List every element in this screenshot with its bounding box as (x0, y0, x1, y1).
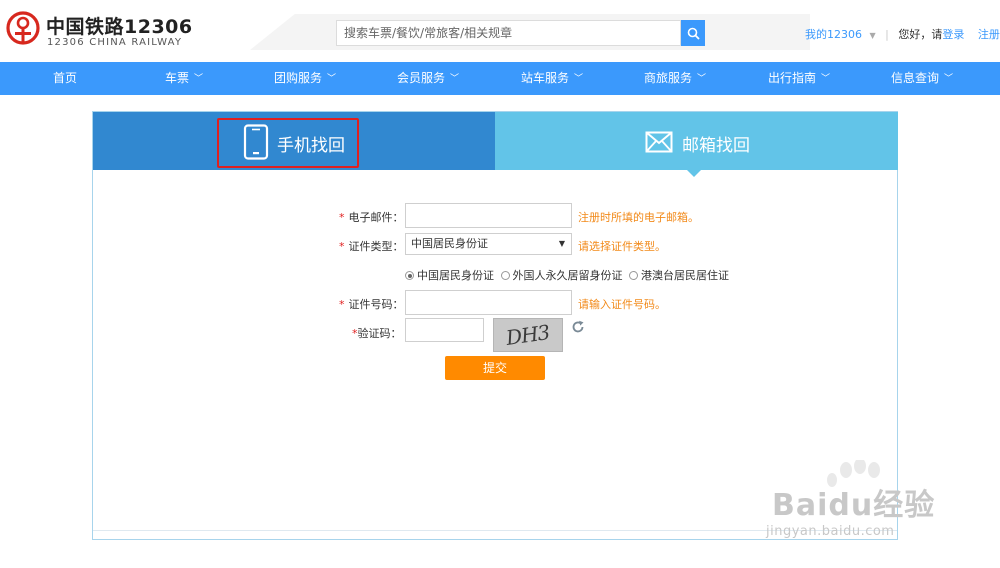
radio-button[interactable] (629, 271, 638, 280)
login-link[interactable]: 登录 (942, 28, 964, 41)
nav-item-home[interactable]: 首页 (53, 62, 77, 95)
tab-phone-recovery[interactable]: 手机找回 (93, 112, 495, 170)
chevron-down-icon[interactable]: ▼ (870, 31, 876, 40)
active-tab-pointer (687, 170, 701, 177)
id-number-label-text: 证件号码： (348, 298, 404, 311)
nav-label: 信息查询 (891, 71, 940, 85)
id-number-hint: 请输入证件号码。 (578, 298, 666, 311)
required-mark: * (339, 240, 345, 253)
refresh-icon[interactable] (571, 320, 585, 334)
id-type-selected: 中国居民身份证 (411, 237, 488, 250)
dropdown-arrow-icon: ▼ (558, 239, 565, 248)
nav-label: 会员服务 (397, 71, 446, 85)
nav-item-guide[interactable]: 出行指南 ﹀ (768, 62, 830, 95)
register-link[interactable]: 注册 (978, 28, 1000, 41)
radio-label: 外国人永久居留身份证 (512, 269, 623, 282)
search-input[interactable]: 搜索车票/餐饮/常旅客/相关规章 (336, 20, 681, 46)
id-type-select[interactable]: 中国居民身份证 ▼ (405, 233, 572, 255)
chevron-down-icon: ﹀ (697, 74, 707, 84)
tab-email-label: 邮箱找回 (682, 136, 750, 156)
nav-label: 商旅服务 (644, 71, 693, 85)
top-links: 我的12306 ▼ | 您好，请登录 注册 (805, 26, 1000, 42)
search-button[interactable] (681, 20, 705, 46)
search-icon (687, 27, 700, 40)
email-field[interactable] (405, 203, 572, 228)
nav-label: 出行指南 (768, 71, 817, 85)
id-number-label: * 证件号码： (339, 296, 404, 312)
radio-label: 中国居民身份证 (417, 269, 494, 282)
nav-item-tickets[interactable]: 车票 ﹀ (165, 62, 203, 95)
id-type-radio-group: 中国居民身份证 外国人永久居留身份证 港澳台居民居住证 (405, 267, 729, 283)
nav-item-business[interactable]: 商旅服务 ﹀ (644, 62, 706, 95)
email-hint: 注册时所填的电子邮箱。 (578, 211, 699, 224)
logo-subtitle: 12306 CHINA RAILWAY (47, 37, 183, 48)
submit-button[interactable]: 提交 (445, 356, 545, 380)
id-type-hint: 请选择证件类型。 (578, 240, 666, 253)
watermark-brand: Baidu经验 (772, 488, 936, 523)
highlight-box (217, 118, 359, 168)
nav-item-station[interactable]: 站车服务 ﹀ (521, 62, 583, 95)
chevron-down-icon: ﹀ (821, 74, 831, 84)
envelope-icon (645, 131, 673, 153)
nav-item-info[interactable]: 信息查询 ﹀ (891, 62, 953, 95)
email-label: * 电子邮件： (339, 209, 404, 225)
nav-item-member[interactable]: 会员服务 ﹀ (397, 62, 459, 95)
nav-label: 团购服务 (274, 71, 323, 85)
watermark-url: jingyan.baidu.com (766, 524, 895, 539)
captcha-image[interactable]: DH3 (493, 318, 563, 352)
site-header: 中国铁路12306 12306 CHINA RAILWAY 搜索车票/餐饮/常旅… (0, 0, 1000, 62)
captcha-text: DH3 (504, 320, 552, 350)
chevron-down-icon: ﹀ (327, 74, 337, 84)
email-label-text: 电子邮件： (348, 211, 404, 224)
chevron-down-icon: ﹀ (944, 74, 954, 84)
radio-button[interactable] (405, 271, 414, 280)
id-number-field[interactable] (405, 290, 572, 315)
nav-item-group[interactable]: 团购服务 ﹀ (274, 62, 336, 95)
captcha-input[interactable] (405, 318, 484, 342)
chevron-down-icon: ﹀ (450, 74, 460, 84)
radio-button[interactable] (500, 271, 510, 280)
greeting-text: 您好，请 (898, 28, 943, 41)
logo-title[interactable]: 中国铁路12306 (46, 12, 193, 39)
nav-label: 车票 (165, 71, 190, 85)
captcha-label: *验证码： (352, 325, 402, 341)
required-mark: * (339, 211, 345, 224)
chevron-down-icon: ﹀ (194, 74, 204, 84)
captcha-label-text: 验证码： (357, 327, 402, 340)
id-type-label: * 证件类型： (339, 238, 404, 254)
required-mark: * (339, 298, 345, 311)
tab-email-recovery[interactable]: 邮箱找回 (495, 112, 898, 170)
id-type-label-text: 证件类型： (348, 240, 404, 253)
nav-label: 站车服务 (521, 71, 570, 85)
radio-label: 港澳台居民居住证 (641, 269, 729, 282)
my-account-link[interactable]: 我的12306 (805, 28, 862, 41)
radio-option-hk-tw-id[interactable]: 港澳台居民居住证 (629, 269, 729, 282)
chevron-down-icon: ﹀ (574, 74, 584, 84)
radio-option-cn-id[interactable]: 中国居民身份证 (405, 269, 494, 282)
railway-logo-icon[interactable] (6, 11, 40, 45)
nav-label: 首页 (53, 71, 78, 85)
radio-option-foreign-id[interactable]: 外国人永久居留身份证 (500, 269, 623, 282)
main-nav: 首页 车票 ﹀ 团购服务 ﹀ 会员服务 ﹀ 站车服务 ﹀ 商旅服务 ﹀ 出行指南 ﹀ 信息查… (0, 62, 1000, 95)
divider: | (885, 28, 889, 41)
